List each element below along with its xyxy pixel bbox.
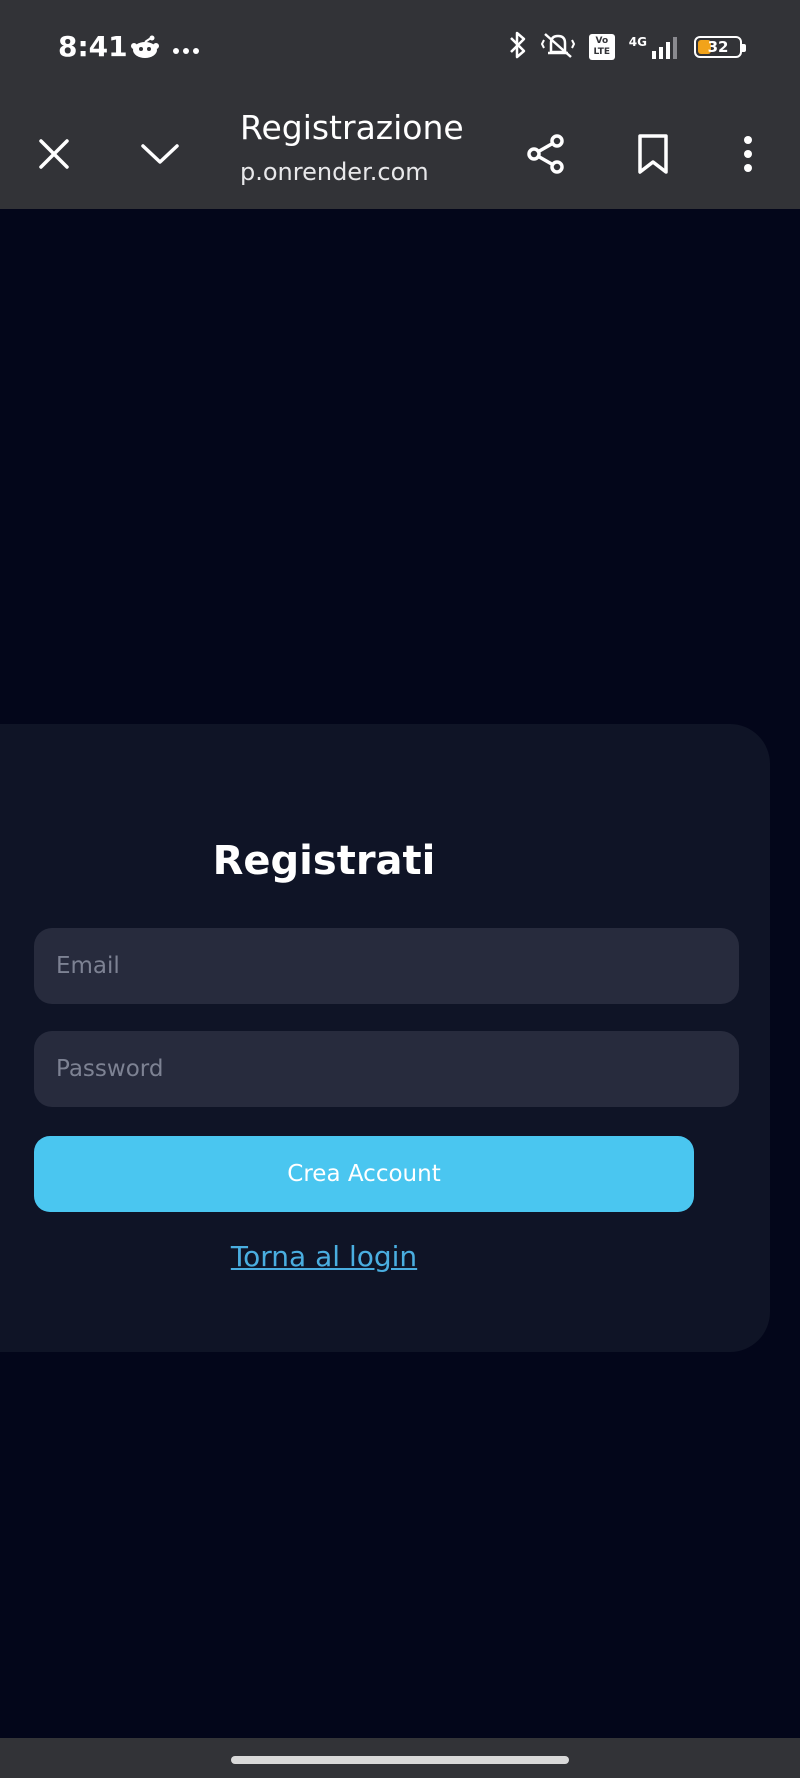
minimize-button[interactable] — [128, 122, 192, 186]
create-account-button[interactable]: Crea Account — [34, 1136, 694, 1212]
password-input[interactable] — [34, 1031, 739, 1107]
gesture-handle[interactable] — [231, 1756, 569, 1764]
reddit-icon — [130, 34, 160, 64]
browser-toolbar: Registrazione p.onrender.com — [0, 100, 800, 209]
battery-icon: 32 — [694, 36, 746, 58]
chevron-down-icon — [141, 144, 179, 164]
status-system-icons: Vo LTE 4G 32 — [509, 30, 746, 64]
register-card: Registrati Crea Account Torna al login — [0, 724, 770, 1352]
vibrate-muted-icon — [540, 30, 575, 64]
bluetooth-icon — [509, 30, 527, 64]
battery-percent: 32 — [707, 38, 729, 56]
more-dots-icon — [172, 40, 200, 59]
email-input[interactable] — [34, 928, 739, 1004]
close-button[interactable] — [22, 122, 86, 186]
status-time: 8:41 — [58, 30, 128, 63]
close-icon — [39, 139, 69, 169]
bookmark-button[interactable] — [621, 122, 685, 186]
status-notification-icons — [130, 34, 200, 64]
navigation-bar — [0, 1738, 800, 1778]
kebab-menu-icon — [744, 136, 752, 172]
page-url[interactable]: p.onrender.com — [240, 158, 429, 186]
share-button[interactable] — [514, 122, 578, 186]
back-to-login-link[interactable]: Torna al login — [0, 1240, 648, 1273]
more-options-button[interactable] — [716, 122, 780, 186]
battery-cap — [742, 44, 746, 52]
share-icon — [527, 134, 564, 174]
4g-icon: 4G — [628, 35, 647, 49]
bookmark-icon — [638, 134, 668, 174]
form-title: Registrati — [212, 838, 436, 884]
volte-icon: Vo LTE — [588, 34, 615, 60]
page-title: Registrazione — [240, 108, 464, 147]
signal-icon: 4G — [629, 35, 680, 59]
status-bar: 8:41 Vo LTE 4G 32 — [0, 0, 800, 100]
